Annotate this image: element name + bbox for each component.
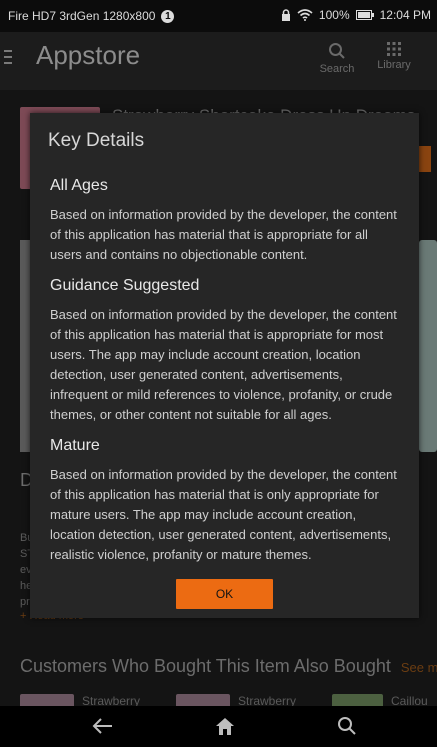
status-bar: Fire HD7 3rdGen 1280x800 1 100% 12:04 PM: [0, 0, 437, 32]
search-button[interactable]: Search: [318, 42, 356, 75]
lock-icon: [281, 9, 291, 21]
notification-badge: 1: [161, 10, 175, 24]
rating-description: Based on information provided by the dev…: [50, 307, 397, 422]
library-button-label: Library: [377, 59, 411, 71]
rating-description: Based on information provided by the dev…: [50, 207, 397, 262]
search-icon: [329, 43, 345, 59]
screenshot-left: [20, 240, 30, 452]
rating-section: Guidance Suggested Based on information …: [50, 277, 402, 425]
app-bar: Appstore Search Library: [0, 32, 437, 90]
library-button[interactable]: Library: [373, 42, 415, 71]
back-arrow-icon: [92, 718, 112, 734]
grid-icon: [387, 42, 401, 56]
related-section-header: Customers Who Bought This Item Also Boug…: [20, 656, 437, 677]
key-details-dialog: Key Details All Ages Based on informatio…: [30, 113, 419, 618]
description-text: Bu ST ev he pr: [20, 532, 30, 608]
screenshot-right: [419, 240, 437, 452]
dialog-title: Key Details: [48, 130, 145, 151]
clock: 12:04 PM: [379, 8, 431, 22]
status-right: 100% 12:04 PM: [281, 8, 431, 22]
app-title: Appstore: [36, 40, 141, 70]
rating-heading: Mature: [50, 437, 100, 454]
menu-icon[interactable]: [4, 50, 12, 68]
battery-icon: [355, 10, 374, 20]
home-icon: [216, 718, 234, 735]
search-button-label: Search: [319, 63, 355, 75]
device-label: Fire HD7 3rdGen 1280x800: [8, 9, 156, 23]
rating-section: Mature Based on information provided by …: [50, 437, 402, 565]
battery-percent: 100%: [318, 8, 350, 22]
navigation-bar: [0, 706, 437, 747]
rating-heading: All Ages: [50, 177, 108, 194]
wifi-icon: [297, 9, 313, 21]
back-button[interactable]: [90, 714, 116, 738]
related-section-title: Customers Who Bought This Item Also Boug…: [20, 656, 391, 676]
search-nav-button[interactable]: [334, 714, 360, 738]
status-left: Fire HD7 3rdGen 1280x800 1: [8, 9, 175, 24]
dialog-body[interactable]: All Ages Based on information provided b…: [50, 177, 402, 567]
rating-description: Based on information provided by the dev…: [50, 467, 397, 562]
get-app-button[interactable]: [419, 146, 431, 172]
search-icon: [338, 717, 356, 735]
see-more-link[interactable]: See more: [401, 660, 437, 675]
rating-section: All Ages Based on information provided b…: [50, 177, 402, 265]
ok-button[interactable]: OK: [176, 579, 273, 609]
home-button[interactable]: [212, 714, 238, 738]
rating-heading: Guidance Suggested: [50, 277, 200, 294]
